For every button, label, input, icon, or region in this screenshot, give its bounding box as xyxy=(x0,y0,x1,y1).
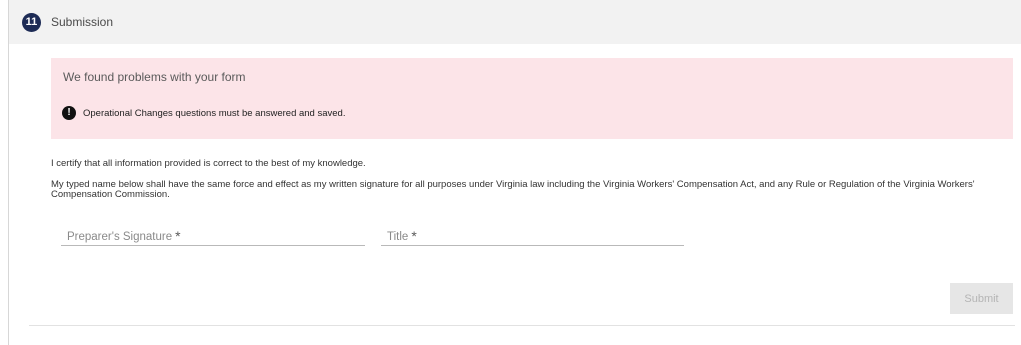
required-asterisk: * xyxy=(411,228,417,244)
signature-label-wrap: Preparer's Signature * xyxy=(67,228,181,244)
certify-text: I certify that all information provided … xyxy=(51,158,366,169)
alert-item: ! Operational Changes questions must be … xyxy=(62,106,345,120)
title-field[interactable]: Title * xyxy=(381,226,684,246)
footer-divider xyxy=(29,325,1015,326)
title-label-wrap: Title * xyxy=(387,228,417,244)
step-number-badge: 11 xyxy=(22,12,41,32)
exclamation-circle-icon: ! xyxy=(62,106,76,120)
legal-text: My typed name below shall have the same … xyxy=(51,179,975,200)
error-alert: We found problems with your form ! Opera… xyxy=(51,58,1013,139)
submission-card: 11 Submission We found problems with you… xyxy=(8,0,1021,345)
signature-label: Preparer's Signature xyxy=(67,231,173,243)
alert-title: We found problems with your form xyxy=(63,70,246,84)
preparers-signature-field[interactable]: Preparer's Signature * xyxy=(61,226,365,246)
step-header[interactable]: 11 Submission xyxy=(9,0,1021,44)
required-asterisk: * xyxy=(175,228,181,244)
step-title: Submission xyxy=(51,15,114,29)
title-label: Title xyxy=(387,231,409,243)
page: 11 Submission We found problems with you… xyxy=(0,0,1021,345)
submit-button[interactable]: Submit xyxy=(950,283,1013,314)
alert-message: Operational Changes questions must be an… xyxy=(83,107,346,119)
